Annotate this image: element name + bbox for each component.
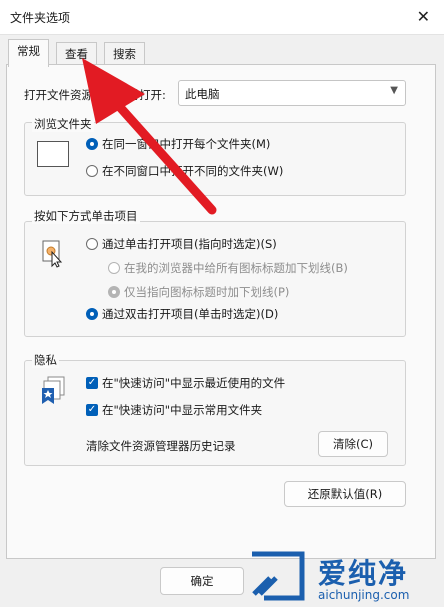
option-same-window-label: 在同一窗口中打开每个文件夹(M) bbox=[102, 137, 271, 151]
restore-defaults-button[interactable]: 还原默认值(R) bbox=[284, 481, 406, 507]
close-icon[interactable]: ✕ bbox=[417, 7, 430, 26]
checkbox-frequent-folders[interactable]: ✓ bbox=[86, 404, 98, 416]
checkbox-recent-files[interactable]: ✓ bbox=[86, 377, 98, 389]
browse-folders-group bbox=[24, 122, 406, 196]
window-title: 文件夹选项 bbox=[10, 11, 71, 25]
quick-access-icon bbox=[40, 376, 68, 406]
single-click-label: 通过单击打开项目(指向时选定)(S) bbox=[102, 237, 277, 251]
tab-search[interactable]: 搜索 bbox=[104, 42, 145, 66]
radio-same-window[interactable] bbox=[86, 138, 98, 150]
watermark-logo-icon bbox=[246, 550, 308, 602]
tab-strip: 常规 查看 搜索 bbox=[0, 36, 444, 67]
tab-general[interactable]: 常规 bbox=[8, 39, 49, 67]
frequent-folders-label: 在"快速访问"中显示常用文件夹 bbox=[102, 403, 263, 417]
radio-double-click[interactable] bbox=[86, 308, 98, 320]
privacy-title: 隐私 bbox=[32, 352, 59, 368]
open-explorer-value: 此电脑 bbox=[185, 87, 220, 101]
double-click-label: 通过双击打开项目(单击时选定)(D) bbox=[102, 307, 279, 321]
underline-always-label: 在我的浏览器中给所有图标标题加下划线(B) bbox=[124, 261, 348, 275]
recent-files-label: 在"快速访问"中显示最近使用的文件 bbox=[102, 376, 286, 390]
window-preview-icon bbox=[37, 141, 69, 167]
option-new-window-label: 在不同窗口中打开不同的文件夹(W) bbox=[102, 164, 284, 178]
tab-view[interactable]: 查看 bbox=[56, 42, 97, 66]
radio-underline-hover[interactable] bbox=[108, 286, 120, 298]
chevron-down-icon: ▼ bbox=[390, 85, 398, 96]
browse-folders-title: 浏览文件夹 bbox=[32, 116, 94, 132]
watermark-text: 爱纯净 bbox=[318, 557, 409, 590]
clear-button[interactable]: 清除(C) bbox=[318, 431, 388, 457]
open-explorer-label: 打开文件资源管理器时打开: bbox=[24, 88, 166, 102]
watermark-url: aichunjing.com bbox=[318, 588, 410, 602]
underline-hover-label: 仅当指向图标标题时加下划线(P) bbox=[124, 285, 290, 299]
click-items-title: 按如下方式单击项目 bbox=[32, 208, 140, 224]
radio-single-click[interactable] bbox=[86, 238, 98, 250]
title-bar: 文件夹选项 ✕ bbox=[0, 0, 444, 35]
open-explorer-select[interactable]: 此电脑 ▼ bbox=[178, 80, 406, 106]
ok-button[interactable]: 确定 bbox=[160, 567, 244, 595]
clear-history-label: 清除文件资源管理器历史记录 bbox=[86, 439, 236, 453]
radio-underline-always[interactable] bbox=[108, 262, 120, 274]
click-pointer-icon bbox=[42, 240, 64, 268]
radio-new-window[interactable] bbox=[86, 165, 98, 177]
